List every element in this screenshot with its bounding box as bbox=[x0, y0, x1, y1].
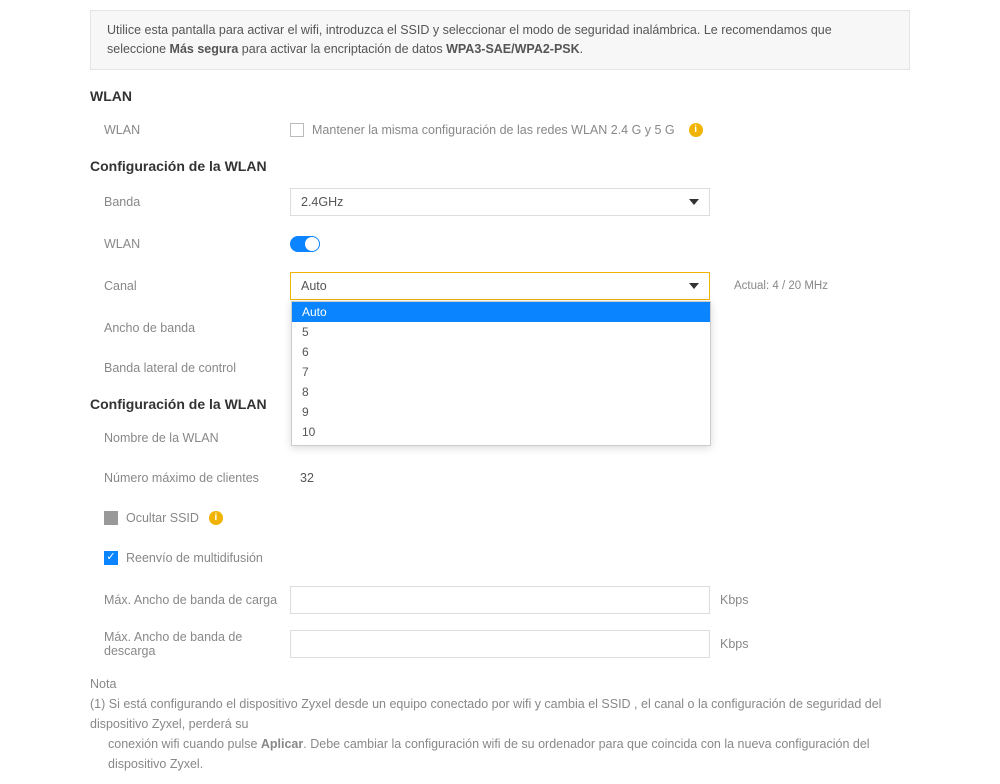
select-channel[interactable]: Auto Auto5678910111213 bbox=[290, 272, 710, 300]
input-download-bandwidth[interactable] bbox=[290, 630, 710, 658]
note-section: Nota (1) Si está configurando el disposi… bbox=[90, 674, 910, 774]
label-wlan-toggle: WLAN bbox=[90, 237, 290, 251]
dropdown-option[interactable]: 10 bbox=[292, 422, 710, 442]
checkbox-hide-ssid[interactable] bbox=[104, 511, 118, 525]
label-sideband: Banda lateral de control bbox=[90, 361, 290, 375]
label-bandwidth: Ancho de banda bbox=[90, 321, 290, 335]
checkbox-keep-same[interactable] bbox=[290, 123, 304, 137]
dropdown-option[interactable]: 8 bbox=[292, 382, 710, 402]
section-wlan: WLAN bbox=[90, 88, 910, 104]
channel-status-text: Actual: 4 / 20 MHz bbox=[734, 280, 828, 292]
dropdown-option[interactable]: 7 bbox=[292, 362, 710, 382]
label-max-clients: Número máximo de clientes bbox=[90, 471, 290, 485]
chevron-down-icon bbox=[689, 199, 699, 205]
info-banner: Utilice esta pantalla para activar el wi… bbox=[90, 10, 910, 70]
section-wlan-config: Configuración de la WLAN bbox=[90, 158, 910, 174]
help-icon[interactable]: i bbox=[689, 123, 703, 137]
chevron-down-icon bbox=[689, 283, 699, 289]
label-channel: Canal bbox=[90, 279, 290, 293]
dropdown-option[interactable]: 11 bbox=[292, 442, 710, 446]
dropdown-channel-panel: Auto5678910111213 bbox=[291, 301, 711, 446]
help-icon[interactable]: i bbox=[209, 511, 223, 525]
dropdown-option[interactable]: 5 bbox=[292, 322, 710, 342]
label-wlan: WLAN bbox=[90, 123, 290, 137]
value-max-clients: 32 bbox=[290, 471, 314, 485]
input-upload-bandwidth[interactable] bbox=[290, 586, 710, 614]
label-up-bw: Máx. Ancho de banda de carga bbox=[90, 593, 290, 607]
label-down-bw: Máx. Ancho de banda de descarga bbox=[90, 630, 290, 658]
label-band: Banda bbox=[90, 195, 290, 209]
toggle-wlan-enable[interactable] bbox=[290, 236, 320, 252]
dropdown-option[interactable]: 9 bbox=[292, 402, 710, 422]
dropdown-option[interactable]: Auto bbox=[292, 302, 710, 322]
label-wlan-name: Nombre de la WLAN bbox=[90, 431, 290, 445]
select-band[interactable]: 2.4GHz bbox=[290, 188, 710, 216]
checkbox-multicast[interactable] bbox=[104, 551, 118, 565]
dropdown-option[interactable]: 6 bbox=[292, 342, 710, 362]
